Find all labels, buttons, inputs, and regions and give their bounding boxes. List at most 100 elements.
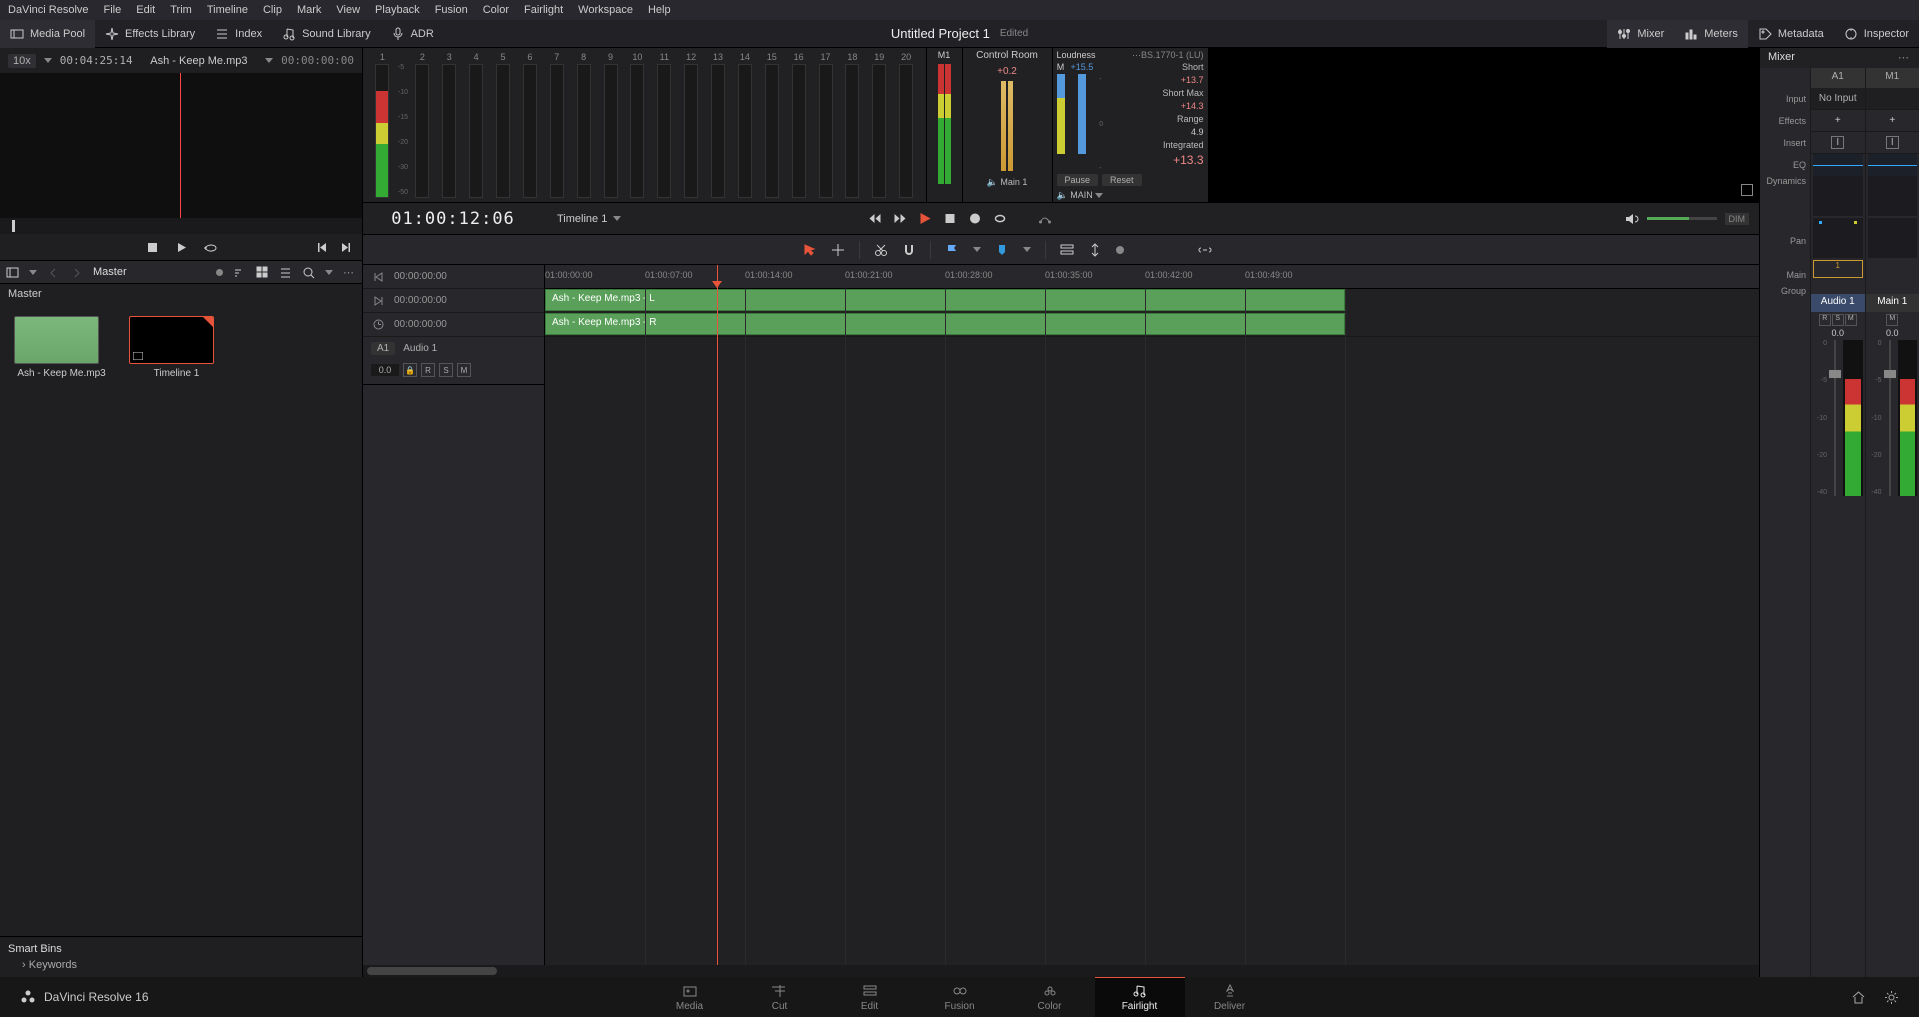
speaker-icon[interactable] bbox=[1625, 212, 1639, 226]
main-assign[interactable]: 1 bbox=[1813, 260, 1863, 278]
meters-toggle[interactable]: Meters bbox=[1674, 20, 1748, 48]
keywords-bin[interactable]: › Keywords bbox=[8, 955, 354, 971]
track-db[interactable]: 0.0 bbox=[371, 364, 399, 376]
bin-name[interactable]: Master bbox=[0, 284, 362, 308]
razor-tool-icon[interactable] bbox=[874, 243, 888, 257]
menu-help[interactable]: Help bbox=[648, 4, 671, 16]
mixer-strip-a1[interactable]: A1 No Input + I 1 Audio 1 R S M 0.0 0-5-… bbox=[1810, 68, 1865, 977]
add-effect-button[interactable]: + bbox=[1866, 110, 1919, 132]
chevron-down-icon[interactable] bbox=[325, 270, 333, 275]
timeline-thumbnail[interactable] bbox=[129, 316, 214, 364]
current-bin[interactable]: Master bbox=[93, 266, 127, 278]
eq-graph[interactable] bbox=[1813, 154, 1863, 176]
menu-file[interactable]: File bbox=[104, 4, 122, 16]
track-header-a1[interactable]: A1 Audio 1 0.0 🔒 R S M bbox=[363, 337, 544, 385]
tc-in-row[interactable]: 00:00:00:00 bbox=[363, 265, 544, 289]
loop-icon[interactable] bbox=[993, 212, 1006, 225]
home-icon[interactable] bbox=[1851, 990, 1866, 1005]
eq-graph[interactable] bbox=[1868, 154, 1918, 176]
dim-button[interactable]: DIM bbox=[1725, 213, 1750, 225]
marker-icon[interactable] bbox=[995, 243, 1009, 257]
loudness-main-select[interactable]: 🔈 MAIN bbox=[1057, 190, 1204, 201]
mixer-strip-main[interactable]: M1 + I Main 1 M 0.0 0-5-10-20-40 bbox=[1865, 68, 1919, 977]
pan-graph[interactable] bbox=[1868, 218, 1918, 258]
menu-mark[interactable]: Mark bbox=[297, 4, 321, 16]
loudness-pause-button[interactable]: Pause bbox=[1057, 174, 1099, 186]
pan-graph[interactable] bbox=[1813, 218, 1863, 258]
options-icon[interactable]: ⋯ bbox=[1898, 51, 1911, 65]
chevron-down-icon[interactable] bbox=[1023, 247, 1031, 252]
in-point-marker[interactable] bbox=[12, 220, 15, 232]
index-toggle[interactable]: Index bbox=[205, 20, 272, 48]
video-preview[interactable] bbox=[1208, 48, 1760, 202]
inspector-toggle[interactable]: Inspector bbox=[1834, 20, 1919, 48]
menu-app[interactable]: DaVinci Resolve bbox=[8, 4, 89, 16]
prev-clip-icon[interactable] bbox=[316, 241, 329, 254]
expand-icon[interactable] bbox=[1741, 184, 1753, 196]
options-icon[interactable]: ⋯ bbox=[343, 266, 356, 279]
list-view-icon[interactable] bbox=[279, 266, 292, 279]
media-pool-toggle[interactable]: Media Pool bbox=[0, 20, 95, 48]
mute-button[interactable]: M bbox=[1845, 314, 1857, 326]
media-item-audio[interactable]: Ash - Keep Me.mp3 bbox=[14, 316, 109, 379]
add-effect-button[interactable]: + bbox=[1811, 110, 1865, 132]
timeline-timecode[interactable]: 01:00:12:06 bbox=[363, 209, 543, 229]
media-item-timeline[interactable]: Timeline 1 bbox=[129, 316, 224, 379]
menu-playback[interactable]: Playback bbox=[375, 4, 420, 16]
lock-icon[interactable]: 🔒 bbox=[403, 363, 417, 377]
play-icon[interactable] bbox=[918, 212, 931, 225]
page-tab-color[interactable]: Color bbox=[1005, 977, 1095, 1017]
record-arm-button[interactable]: R bbox=[1819, 314, 1831, 326]
strip-name[interactable]: Main 1 bbox=[1866, 294, 1919, 312]
record-icon[interactable] bbox=[968, 212, 981, 225]
stop-icon[interactable] bbox=[146, 241, 159, 254]
search-icon[interactable] bbox=[302, 266, 315, 279]
menu-fairlight[interactable]: Fairlight bbox=[524, 4, 563, 16]
fader-slider[interactable] bbox=[1884, 340, 1896, 496]
menu-trim[interactable]: Trim bbox=[170, 4, 192, 16]
fader-db[interactable]: 0.0 bbox=[1811, 328, 1865, 338]
mixer-toggle[interactable]: Mixer bbox=[1607, 20, 1674, 48]
track-layout-icon[interactable] bbox=[1060, 243, 1074, 257]
mute-button[interactable]: M bbox=[1886, 314, 1898, 326]
dynamics-graph[interactable] bbox=[1868, 176, 1918, 216]
adr-toggle[interactable]: ADR bbox=[381, 20, 444, 48]
scrollbar-thumb[interactable] bbox=[367, 967, 497, 975]
timeline-playhead[interactable] bbox=[717, 265, 718, 965]
add-insert-button[interactable]: I bbox=[1866, 132, 1919, 154]
input-select[interactable]: No Input bbox=[1811, 88, 1865, 110]
smart-bins-section[interactable]: Smart Bins › Keywords bbox=[0, 936, 362, 977]
track-id[interactable]: A1 bbox=[371, 342, 395, 355]
link-icon[interactable] bbox=[1198, 243, 1212, 257]
source-scrubber[interactable] bbox=[0, 218, 362, 234]
stop-icon[interactable] bbox=[943, 212, 956, 225]
zoom-height-icon[interactable] bbox=[1088, 243, 1102, 257]
flag-icon[interactable] bbox=[945, 243, 959, 257]
input-select[interactable] bbox=[1866, 88, 1919, 110]
chevron-down-icon[interactable] bbox=[44, 58, 52, 63]
settings-icon[interactable] bbox=[1884, 990, 1899, 1005]
solo-button[interactable]: S bbox=[1832, 314, 1844, 326]
dot-icon[interactable] bbox=[1116, 246, 1124, 254]
chevron-left-icon[interactable] bbox=[47, 266, 60, 279]
zoom-level[interactable]: 10x bbox=[8, 54, 36, 68]
chevron-down-icon[interactable] bbox=[265, 58, 273, 63]
tracks-canvas[interactable]: 01:00:00:0001:00:07:0001:00:14:0001:00:2… bbox=[545, 265, 1759, 965]
menu-timeline[interactable]: Timeline bbox=[207, 4, 248, 16]
loudness-reset-button[interactable]: Reset bbox=[1102, 174, 1142, 186]
thumbnail-view-icon[interactable] bbox=[256, 266, 269, 279]
solo-button[interactable]: S bbox=[439, 363, 453, 377]
mute-button[interactable]: M bbox=[457, 363, 471, 377]
page-tab-media[interactable]: Media bbox=[645, 977, 735, 1017]
menu-edit[interactable]: Edit bbox=[136, 4, 155, 16]
automation-icon[interactable] bbox=[1038, 212, 1051, 225]
source-playhead[interactable] bbox=[180, 73, 181, 218]
tc-dur-row[interactable]: 00:00:00:00 bbox=[363, 313, 544, 337]
smart-bins-label[interactable]: Smart Bins bbox=[8, 943, 354, 955]
track-lane-a1[interactable]: Ash - Keep Me.mp3 - L Ash - Keep Me.mp3 … bbox=[545, 289, 1759, 337]
menu-fusion[interactable]: Fusion bbox=[435, 4, 468, 16]
loudness-standard[interactable]: BS.1770-1 (LU) bbox=[1141, 50, 1204, 60]
sidebar-icon[interactable] bbox=[6, 266, 19, 279]
sound-library-toggle[interactable]: Sound Library bbox=[272, 20, 381, 48]
menubar[interactable]: DaVinci Resolve File Edit Trim Timeline … bbox=[0, 0, 1919, 20]
